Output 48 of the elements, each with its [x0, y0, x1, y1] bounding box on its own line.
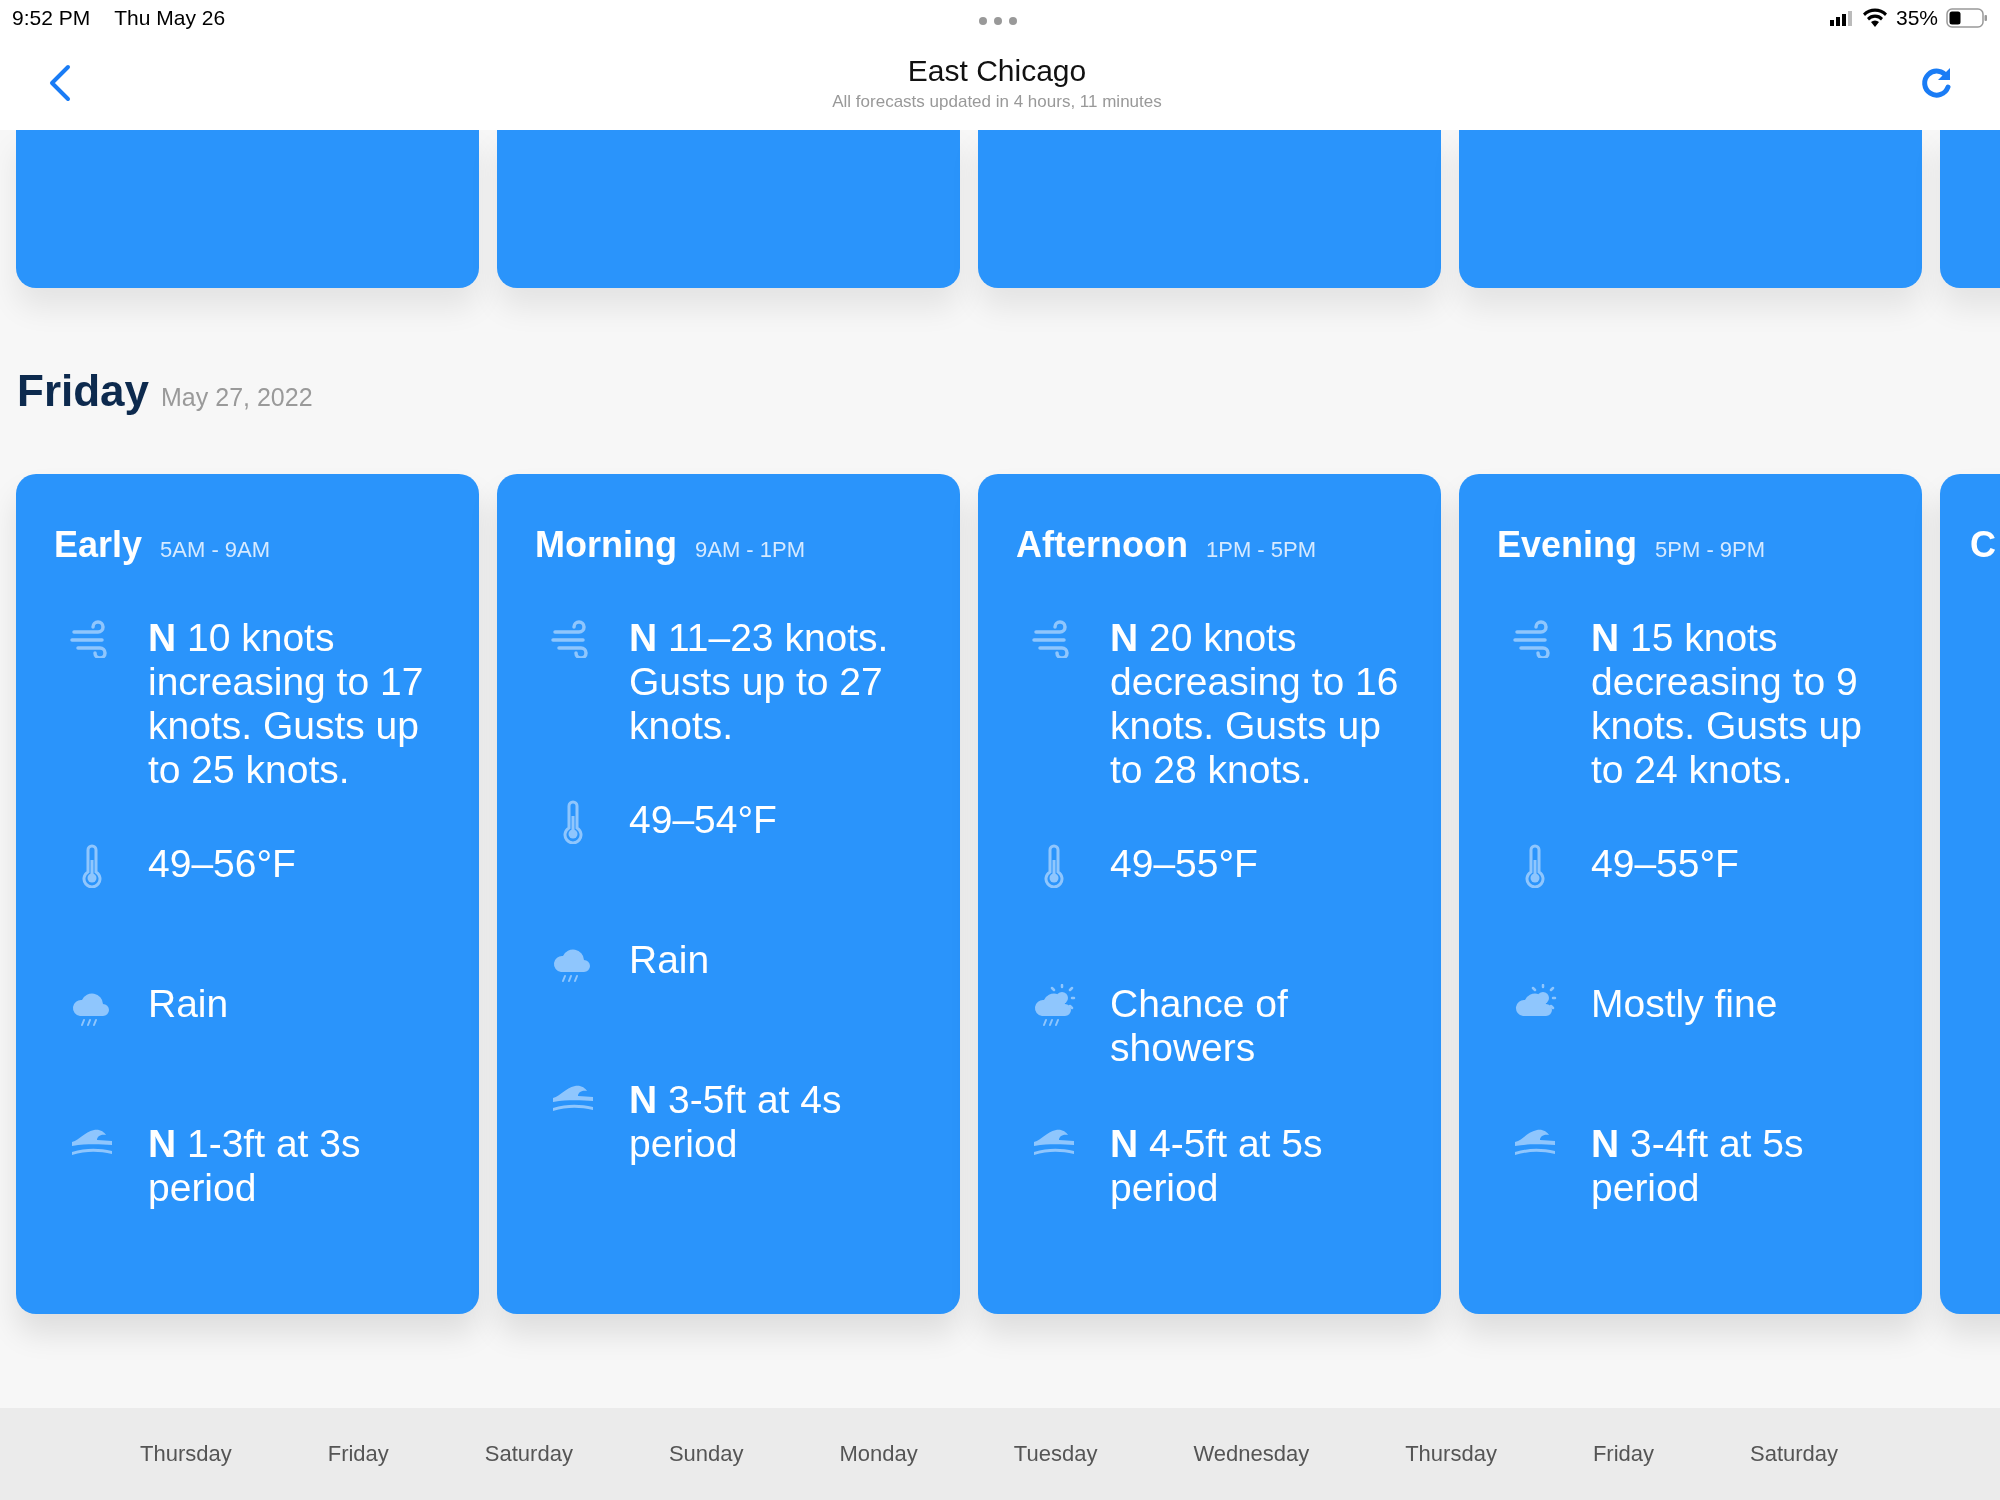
period-title: Evening [1497, 524, 1638, 566]
condition-text: Rain [148, 982, 229, 1027]
period-hours: 5PM - 9PM [1655, 537, 1766, 563]
day-tab[interactable]: Thursday [1405, 1441, 1497, 1467]
period-title: Afternoon [1016, 524, 1188, 566]
temperature-text: 49–54°F [629, 798, 777, 843]
condition-text: Rain [629, 938, 710, 983]
seas-text: N 3-5ft at 4s period [629, 1078, 843, 1167]
multitasking-dots-icon [978, 16, 1018, 26]
period-title: C [1970, 524, 1996, 566]
day-tab[interactable]: Friday [327, 1441, 389, 1467]
wind-text: N 20 knots decreasing to 16 knots. Gusts up to 28 knots. [1110, 616, 1400, 792]
battery-icon [1946, 8, 1988, 28]
temperature-text: 49–55°F [1110, 842, 1258, 887]
day-tab[interactable]: Sunday [668, 1441, 744, 1467]
nav-title: East Chicago [907, 54, 1087, 88]
wind-text: N 11–23 knots. Gusts up to 27 knots. [629, 616, 890, 748]
day-date: May 27, 2022 [161, 383, 313, 412]
wind-text: N 15 knots decreasing to 9 knots. Gusts up to 24 knots. [1591, 616, 1863, 792]
temperature-text: 49–56°F [148, 842, 296, 887]
battery-percent: 35% [1895, 6, 1938, 30]
wifi-icon [1861, 8, 1888, 28]
day-name: Friday [17, 366, 150, 416]
condition-text: Mostly fine [1591, 982, 1778, 1027]
seas-text: N 4-5ft at 5s period [1110, 1122, 1324, 1211]
day-tab[interactable]: Monday [839, 1441, 918, 1467]
refresh-icon[interactable] [1920, 66, 1954, 100]
day-tab[interactable]: Tuesday [1013, 1441, 1098, 1467]
wind-text: N 10 knots increasing to 17 knots. Gusts up to 25 knots. [148, 616, 425, 792]
status-date: Thu May 26 [114, 6, 226, 30]
day-tab[interactable]: Saturday [484, 1441, 573, 1467]
temperature-text: 49–55°F [1591, 842, 1739, 887]
period-title: Early [54, 524, 143, 566]
period-hours: 9AM - 1PM [694, 537, 805, 563]
day-tab[interactable]: Saturday [1750, 1441, 1839, 1467]
condition-text: Chance of showers [1110, 982, 1289, 1071]
period-title: Morning [535, 524, 677, 566]
seas-text: N 1-3ft at 3s period [148, 1122, 362, 1211]
period-hours: 1PM - 5PM [1205, 537, 1316, 563]
seas-text: N 3-4ft at 5s period [1591, 1122, 1805, 1211]
signal-icon [1829, 10, 1854, 26]
sun-rain-cloud-icon [1032, 984, 1076, 1028]
period-hours: 5AM - 9AM [160, 537, 271, 563]
day-tab[interactable]: Friday [1592, 1441, 1654, 1467]
nav-subtitle: All forecasts updated in 4 hours, 11 minutes [832, 92, 1162, 112]
day-tab[interactable]: Wednesday [1193, 1441, 1310, 1467]
status-time: 9:52 PM [12, 6, 91, 30]
day-tab[interactable]: Thursday [140, 1441, 232, 1467]
